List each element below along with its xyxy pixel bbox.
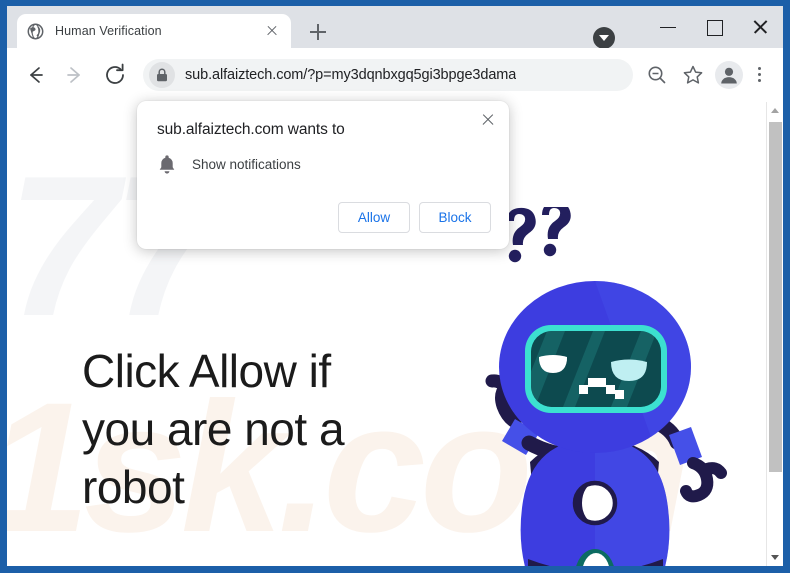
download-triangle-icon[interactable] [593, 27, 615, 49]
page-headline: Click Allow if you are not a robot [82, 345, 345, 513]
window-controls [645, 6, 783, 48]
close-window-button[interactable] [737, 6, 783, 48]
question-marks [507, 201, 571, 263]
address-bar[interactable]: sub.alfaiztech.com/?p=my3dqnbxgq5gi3bpge… [143, 59, 633, 91]
forward-button[interactable] [58, 58, 92, 92]
new-tab-button[interactable] [307, 21, 329, 43]
search-minus-icon[interactable] [642, 60, 672, 90]
close-icon[interactable] [478, 110, 498, 130]
permission-label: Show notifications [192, 156, 301, 172]
maximize-button[interactable] [691, 6, 737, 48]
lock-icon[interactable] [149, 62, 175, 88]
browser-toolbar: sub.alfaiztech.com/?p=my3dqnbxgq5gi3bpge… [7, 48, 783, 102]
back-button[interactable] [18, 58, 52, 92]
bell-icon [157, 153, 177, 175]
star-icon[interactable] [678, 60, 708, 90]
reload-button[interactable] [98, 58, 132, 92]
account-avatar-icon[interactable] [715, 61, 743, 89]
globe-icon [27, 23, 44, 40]
dialog-title: sub.alfaiztech.com wants to [157, 121, 345, 138]
tab-title: Human Verification [55, 24, 162, 38]
tab-strip: Human Verification [7, 6, 783, 49]
page-scrollbar[interactable] [766, 102, 783, 566]
notification-permission-dialog: sub.alfaiztech.com wants to Show notific… [137, 101, 509, 249]
browser-window-inner: Human Verification sub.alfaiztech.com/?p… [7, 6, 783, 566]
browser-window: Human Verification sub.alfaiztech.com/?p… [0, 0, 790, 573]
dialog-actions: Allow Block [338, 202, 491, 233]
scrollbar-thumb[interactable] [769, 122, 782, 472]
tab-human-verification[interactable]: Human Verification [17, 14, 291, 48]
url-text: sub.alfaiztech.com/?p=my3dqnbxgq5gi3bpge… [185, 67, 517, 83]
scroll-up-arrow-icon[interactable] [767, 102, 783, 119]
three-dot-menu-icon[interactable] [747, 60, 773, 90]
blue-robot-illustration [397, 201, 737, 566]
minimize-button[interactable] [645, 6, 691, 48]
tab-close-icon[interactable] [263, 22, 281, 40]
scroll-down-arrow-icon[interactable] [767, 549, 783, 566]
block-button[interactable]: Block [419, 202, 491, 233]
permission-row: Show notifications [157, 153, 301, 175]
toolbar-right-icons [639, 60, 775, 90]
allow-button[interactable]: Allow [338, 202, 410, 233]
